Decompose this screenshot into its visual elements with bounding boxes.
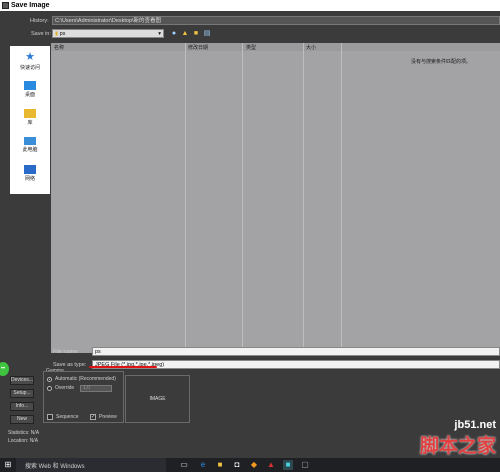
- photoshop-icon[interactable]: ■: [283, 460, 293, 470]
- up-folder-icon[interactable]: ▲: [181, 30, 189, 37]
- gamma-override-radio[interactable]: [47, 386, 52, 391]
- star-icon: ★: [25, 51, 35, 63]
- network-icon: [24, 165, 36, 174]
- place-desktop[interactable]: 桌面: [10, 78, 50, 104]
- folder-icon: ▮: [55, 31, 59, 37]
- save-in-dropdown[interactable]: ▮ ps ▾: [52, 29, 164, 38]
- view-menu-icon[interactable]: ▤: [203, 30, 211, 37]
- save-dialog: History: C:\Users\Administrator\Desktop\…: [0, 11, 500, 458]
- file-name-input[interactable]: ps: [92, 347, 500, 356]
- windows-start-icon[interactable]: ⊞: [3, 460, 13, 470]
- column-divider: [303, 43, 304, 353]
- save-in-label: Save in:: [31, 31, 51, 37]
- column-header-name[interactable]: 名称: [54, 44, 64, 51]
- app-orange-icon[interactable]: ◆: [249, 460, 259, 470]
- app-icon: [2, 2, 9, 9]
- watermark-site: jb51.net: [454, 419, 496, 431]
- back-icon[interactable]: ●: [170, 30, 178, 37]
- gamma-override-input[interactable]: 1.0: [80, 385, 112, 392]
- file-explorer-icon[interactable]: ■: [215, 460, 225, 470]
- new-folder-icon[interactable]: ■: [192, 30, 200, 37]
- places-bar: ★ 快速访问 桌面 库 此电脑 网络: [10, 46, 50, 194]
- sequence-checkbox[interactable]: [47, 414, 53, 420]
- empty-message: 没有与搜索条件匹配的项。: [411, 59, 472, 65]
- history-dropdown[interactable]: C:\Users\Administrator\Desktop\新的查看图: [52, 16, 500, 25]
- title-bar: Save Image: [0, 0, 500, 11]
- place-network[interactable]: 网络: [10, 162, 50, 188]
- sequence-label: Sequence: [56, 414, 79, 420]
- chevron-down-icon: ▾: [158, 31, 161, 37]
- gamma-group: Automatic (Recommended) Override 1.0 Seq…: [43, 371, 124, 423]
- gamma-automatic-radio[interactable]: [47, 377, 52, 382]
- task-view-icon[interactable]: ▭: [179, 460, 189, 470]
- watermark: jb51.net 脚本之家: [420, 419, 496, 458]
- taskbar-search-placeholder: 搜索 Web 和 Windows: [25, 464, 85, 470]
- computer-icon: [24, 137, 36, 145]
- highlight-underline: [89, 366, 157, 368]
- gamma-override-label: Override: [55, 385, 75, 391]
- column-divider: [242, 43, 243, 353]
- expand-handle-icon[interactable]: ••: [0, 362, 9, 376]
- edge-icon[interactable]: e: [198, 460, 208, 470]
- window-title: Save Image: [11, 2, 50, 9]
- column-header-date[interactable]: 修改日期: [188, 44, 208, 51]
- image-preview: IMAGE: [125, 375, 190, 423]
- place-library[interactable]: 库: [10, 106, 50, 132]
- column-divider: [341, 43, 342, 353]
- place-quick-access[interactable]: ★ 快速访问: [10, 50, 50, 76]
- column-header-type[interactable]: 类型: [246, 44, 256, 51]
- place-this-pc[interactable]: 此电脑: [10, 134, 50, 160]
- column-divider: [185, 43, 186, 353]
- file-list-header: [51, 43, 500, 51]
- desktop-icon: [24, 81, 36, 90]
- statistics-row: Statistics: N/A: [8, 430, 40, 436]
- preview-checkbox[interactable]: ✓: [90, 414, 96, 420]
- save-in-value: ps: [59, 31, 66, 37]
- history-label: History:: [30, 18, 49, 24]
- preview-label: Preview: [99, 414, 117, 420]
- library-icon: [24, 109, 36, 118]
- column-header-size[interactable]: 大小: [306, 44, 316, 51]
- watermark-brand: 脚本之家: [419, 436, 496, 457]
- app-red-icon[interactable]: ▲: [266, 460, 276, 470]
- devices-button[interactable]: Devices...: [10, 376, 34, 385]
- setup-button[interactable]: Setup...: [10, 389, 34, 398]
- app-grey-icon[interactable]: ▢: [300, 460, 310, 470]
- info-button[interactable]: Info...: [10, 402, 34, 411]
- taskbar: ⊞ 搜索 Web 和 Windows ▭ e ■ ◘ ◆ ▲ ■ ▢: [0, 458, 500, 472]
- location-row: Location: N/A: [8, 438, 39, 444]
- file-list[interactable]: 名称 修改日期 类型 大小 没有与搜索条件匹配的项。: [51, 43, 500, 353]
- store-icon[interactable]: ◘: [232, 460, 242, 470]
- new-button[interactable]: New: [10, 415, 34, 424]
- file-name-label: File name:: [53, 349, 79, 355]
- gamma-automatic-label: Automatic (Recommended): [55, 376, 116, 382]
